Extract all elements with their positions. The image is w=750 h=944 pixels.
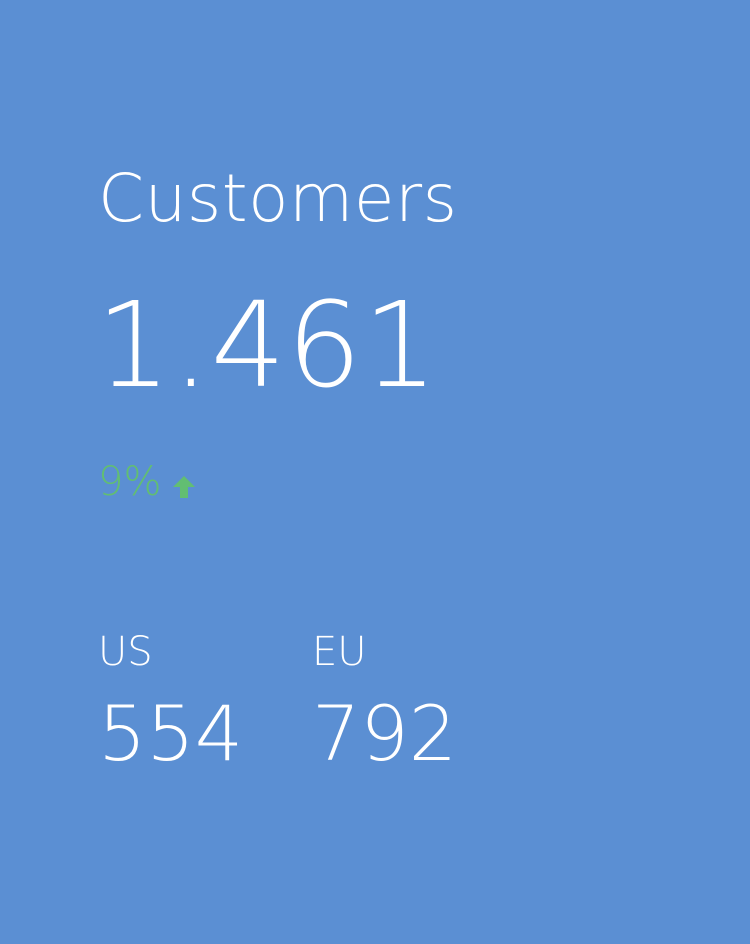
region-value-eu: 792 <box>312 689 458 778</box>
change-percent: 9% <box>98 459 162 505</box>
total-customers-value: 1.461 <box>96 276 439 414</box>
region-eu: EU 792 <box>312 632 457 772</box>
widget-title: Customers <box>98 160 458 237</box>
region-label-eu: EU <box>312 629 367 675</box>
region-label-us: US <box>98 629 153 675</box>
arrow-up-icon <box>171 468 197 498</box>
region-us: US 554 <box>98 632 243 772</box>
change-indicator: 9% <box>98 462 197 502</box>
region-value-us: 554 <box>98 689 244 778</box>
customers-widget: Customers 1.461 9% US 554 EU 792 <box>0 0 750 944</box>
